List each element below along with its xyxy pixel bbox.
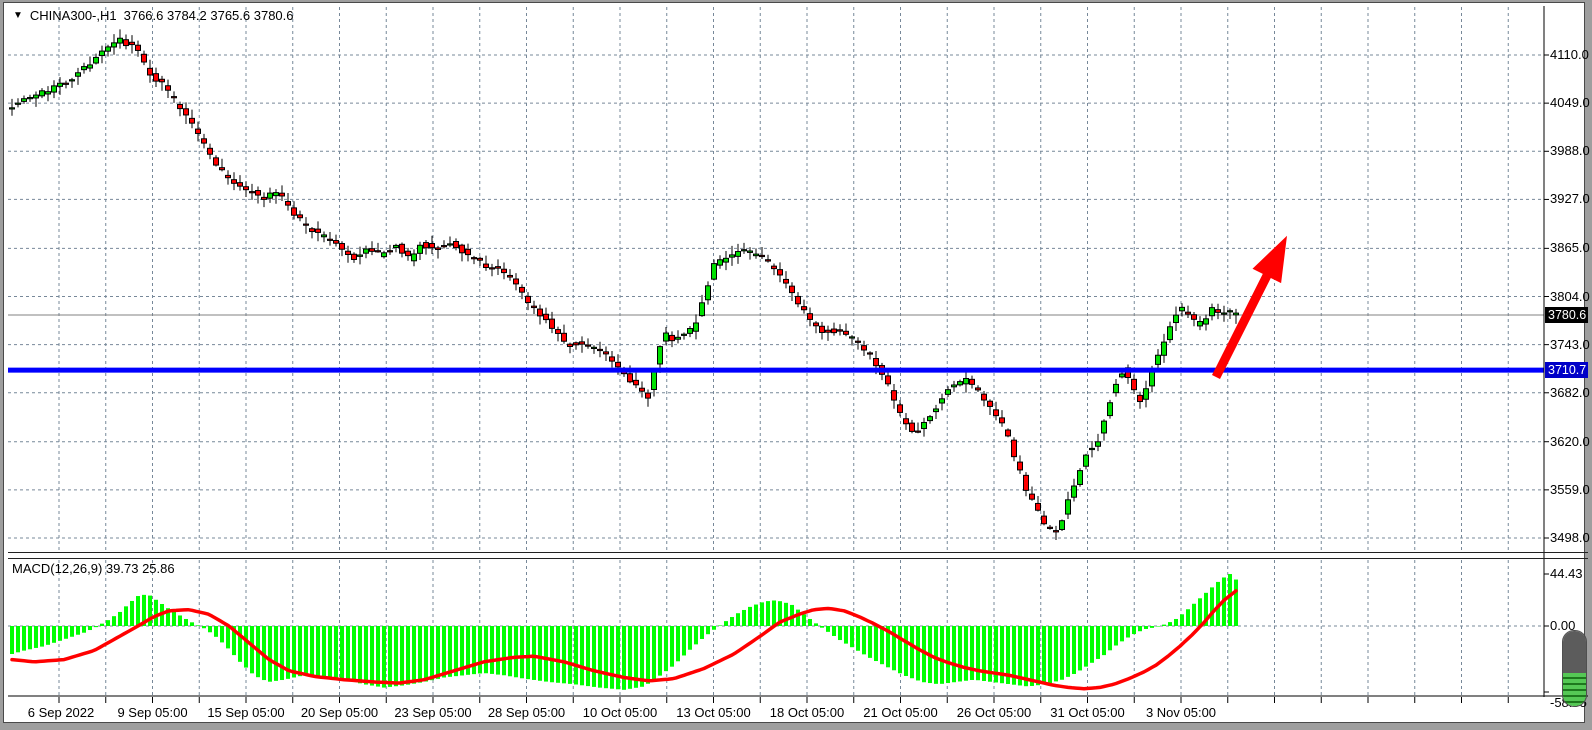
- time-axis-tick-label: 3 Nov 05:00: [1126, 705, 1236, 721]
- price-axis-tick-label: 3498.0: [1550, 530, 1590, 546]
- price-axis-tick-label: 3620.0: [1550, 434, 1590, 450]
- scrollbar-thumb[interactable]: [1562, 630, 1587, 707]
- macd-indicator-label: MACD(12,26,9) 39.73 25.86: [12, 561, 175, 576]
- scrollbar-thumb-grip: [1563, 631, 1586, 673]
- chart-canvas[interactable]: [4, 3, 1592, 730]
- chart-area: ▼ CHINA300-,H1 3766.6 3784.2 3765.6 3780…: [3, 2, 1585, 723]
- symbol-period-label: CHINA300-,H1: [30, 8, 117, 23]
- chart-header: ▼ CHINA300-,H1 3766.6 3784.2 3765.6 3780…: [13, 8, 294, 23]
- price-axis-tick-label: 4110.0: [1550, 47, 1589, 63]
- macd-axis-tick-label: 44.43: [1550, 566, 1583, 582]
- chart-window: ▼ CHINA300-,H1 3766.6 3784.2 3765.6 3780…: [0, 0, 1592, 730]
- current-price-tag: 3780.6: [1545, 307, 1588, 323]
- price-axis-tick-label: 3865.0: [1550, 240, 1590, 256]
- symbol-dropdown-icon[interactable]: ▼: [13, 10, 23, 21]
- price-axis-tick-label: 3743.0: [1550, 337, 1590, 353]
- price-axis-tick-label: 4049.0: [1550, 95, 1590, 111]
- price-axis-tick-label: 3988.0: [1550, 143, 1590, 159]
- ohlc-values: 3766.6 3784.2 3765.6 3780.6: [124, 8, 294, 23]
- price-axis-tick-label: 3682.0: [1550, 385, 1590, 401]
- price-axis-tick-label: 3927.0: [1550, 191, 1590, 207]
- scrollbar-thumb-stripes: [1563, 673, 1586, 707]
- price-axis-tick-label: 3804.0: [1550, 289, 1590, 305]
- support-line-price-tag: 3710.7: [1545, 362, 1588, 378]
- price-axis-tick-label: 3559.0: [1550, 482, 1590, 498]
